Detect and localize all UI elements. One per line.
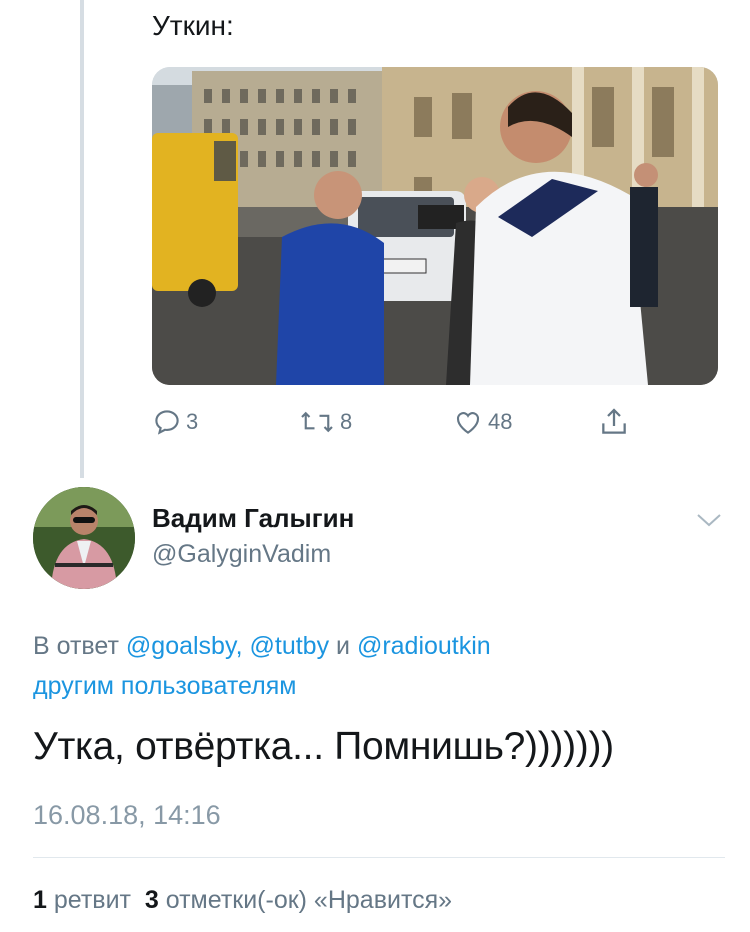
reply-icon (155, 410, 179, 435)
reply-count: 3 (186, 409, 199, 434)
like-icon (456, 412, 480, 434)
reply-tweet-text: Утка, отвёртка... Помнишь?))))))) (33, 725, 614, 768)
thread-connector-line (80, 0, 84, 478)
parent-tweet-actions: 3 8 48 (152, 402, 642, 442)
share-action[interactable] (598, 402, 630, 442)
display-name[interactable]: Вадим Галыгин (152, 503, 354, 534)
tweet-stats: 1 ретвит 3 отметки(-ок) «Нравится» (33, 886, 452, 915)
reply-action[interactable]: 3 (152, 402, 198, 442)
tweet-photo[interactable] (152, 67, 718, 385)
photo-illustration (152, 67, 718, 385)
reply-prefix: В ответ (33, 632, 126, 660)
retweet-count: 8 (340, 409, 353, 434)
chevron-down-icon[interactable] (696, 512, 722, 528)
divider (33, 857, 725, 858)
mention-link-radioutkin[interactable]: @radioutkin (357, 632, 491, 660)
avatar[interactable] (33, 487, 135, 589)
reply-to-line: В ответ @goalsby, @tutby и @radioutkin др… (33, 626, 713, 706)
mention-link-tutby[interactable]: @tutby (250, 632, 330, 660)
avatar-photo (33, 487, 135, 589)
other-users-link[interactable]: другим пользователям (33, 672, 296, 700)
parent-tweet-text: Уткин: (152, 10, 234, 41)
tweet-timestamp[interactable]: 16.08.18, 14:16 (33, 800, 221, 831)
share-icon (602, 408, 626, 434)
like-count: 48 (488, 409, 513, 434)
like-action[interactable]: 48 (452, 402, 512, 442)
retweet-icon (301, 411, 333, 433)
like-stat-count[interactable]: 3 (145, 886, 159, 914)
mention-link-goalsby[interactable]: @goalsby, (126, 632, 243, 660)
retweet-stat-count[interactable]: 1 (33, 886, 47, 914)
retweet-stat-label[interactable]: ретвит (54, 886, 131, 914)
user-handle[interactable]: @GalyginVadim (152, 540, 331, 569)
like-stat-label[interactable]: отметки(-ок) «Нравится» (166, 886, 452, 914)
retweet-action[interactable]: 8 (298, 402, 352, 442)
conjunction-text: и (329, 632, 357, 660)
